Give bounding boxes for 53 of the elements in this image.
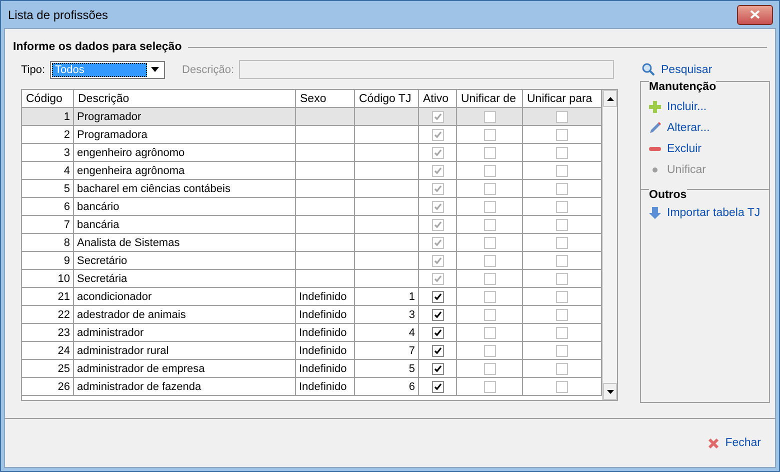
edit-link[interactable]: Alterar... <box>649 122 769 134</box>
import-link[interactable]: Importar tabela TJ <box>649 207 769 219</box>
down-arrow-icon <box>649 207 661 219</box>
table-cell: 26 <box>22 378 74 396</box>
checkbox[interactable] <box>432 344 444 356</box>
caret-icon <box>151 67 160 72</box>
close-icon <box>708 438 720 448</box>
table-row[interactable]: 25 administrador de empresa Indefinido 5 <box>22 360 602 378</box>
checkbox[interactable] <box>484 326 496 338</box>
table-row[interactable]: 26 administrador de fazenda Indefinido 6 <box>22 378 602 396</box>
dot-icon <box>652 167 658 173</box>
checkbox[interactable] <box>484 290 496 302</box>
type-label: Tipo: <box>21 64 46 76</box>
close-button[interactable] <box>737 4 773 24</box>
checkbox[interactable] <box>556 326 568 338</box>
close-link[interactable]: Fechar <box>708 437 761 449</box>
checkbox[interactable] <box>556 308 568 320</box>
up-arrow-icon <box>606 96 614 100</box>
checkbox[interactable] <box>556 362 568 374</box>
checkbox[interactable] <box>484 362 496 374</box>
checkbox[interactable] <box>484 380 496 392</box>
table-row[interactable]: 24 administrador rural Indefinido 7 <box>22 342 602 360</box>
checkbox[interactable] <box>484 308 496 320</box>
table-cell: administrador de fazenda <box>74 378 296 396</box>
scrollbar[interactable] <box>602 90 617 400</box>
table-cell: 6 <box>355 378 419 396</box>
pencil-icon <box>649 122 661 134</box>
table-row[interactable]: 22 adestrador de animais Indefinido 3 <box>22 306 602 324</box>
checkbox[interactable] <box>432 290 444 302</box>
search-link[interactable]: Pesquisar <box>642 63 712 76</box>
plus-icon <box>649 101 661 113</box>
window-title: Lista de profissões <box>8 8 108 22</box>
table-row[interactable]: 21 acondicionador Indefinido 1 <box>22 288 602 306</box>
checkbox[interactable] <box>432 326 444 338</box>
search-icon <box>642 63 656 76</box>
add-link[interactable]: Incluir... <box>649 101 769 113</box>
close-icon <box>750 10 760 19</box>
delete-link[interactable]: Excluir <box>649 143 769 155</box>
maintenance-title: Manutenção <box>649 81 716 93</box>
table-cell: Indefinido <box>296 378 355 396</box>
checkbox[interactable] <box>556 344 568 356</box>
checkbox[interactable] <box>432 308 444 320</box>
checkbox[interactable] <box>432 380 444 392</box>
group-title: Informe os dados para seleção <box>13 41 182 53</box>
description-label: Descrição: <box>182 64 234 76</box>
checkbox[interactable] <box>484 344 496 356</box>
checkbox[interactable] <box>432 362 444 374</box>
table-row[interactable]: 23 administrador Indefinido 4 <box>22 324 602 342</box>
checkbox[interactable] <box>556 380 568 392</box>
down-arrow-icon <box>606 390 614 394</box>
checkbox[interactable] <box>556 290 568 302</box>
minus-icon <box>649 147 661 151</box>
others-title: Outros <box>649 189 687 201</box>
